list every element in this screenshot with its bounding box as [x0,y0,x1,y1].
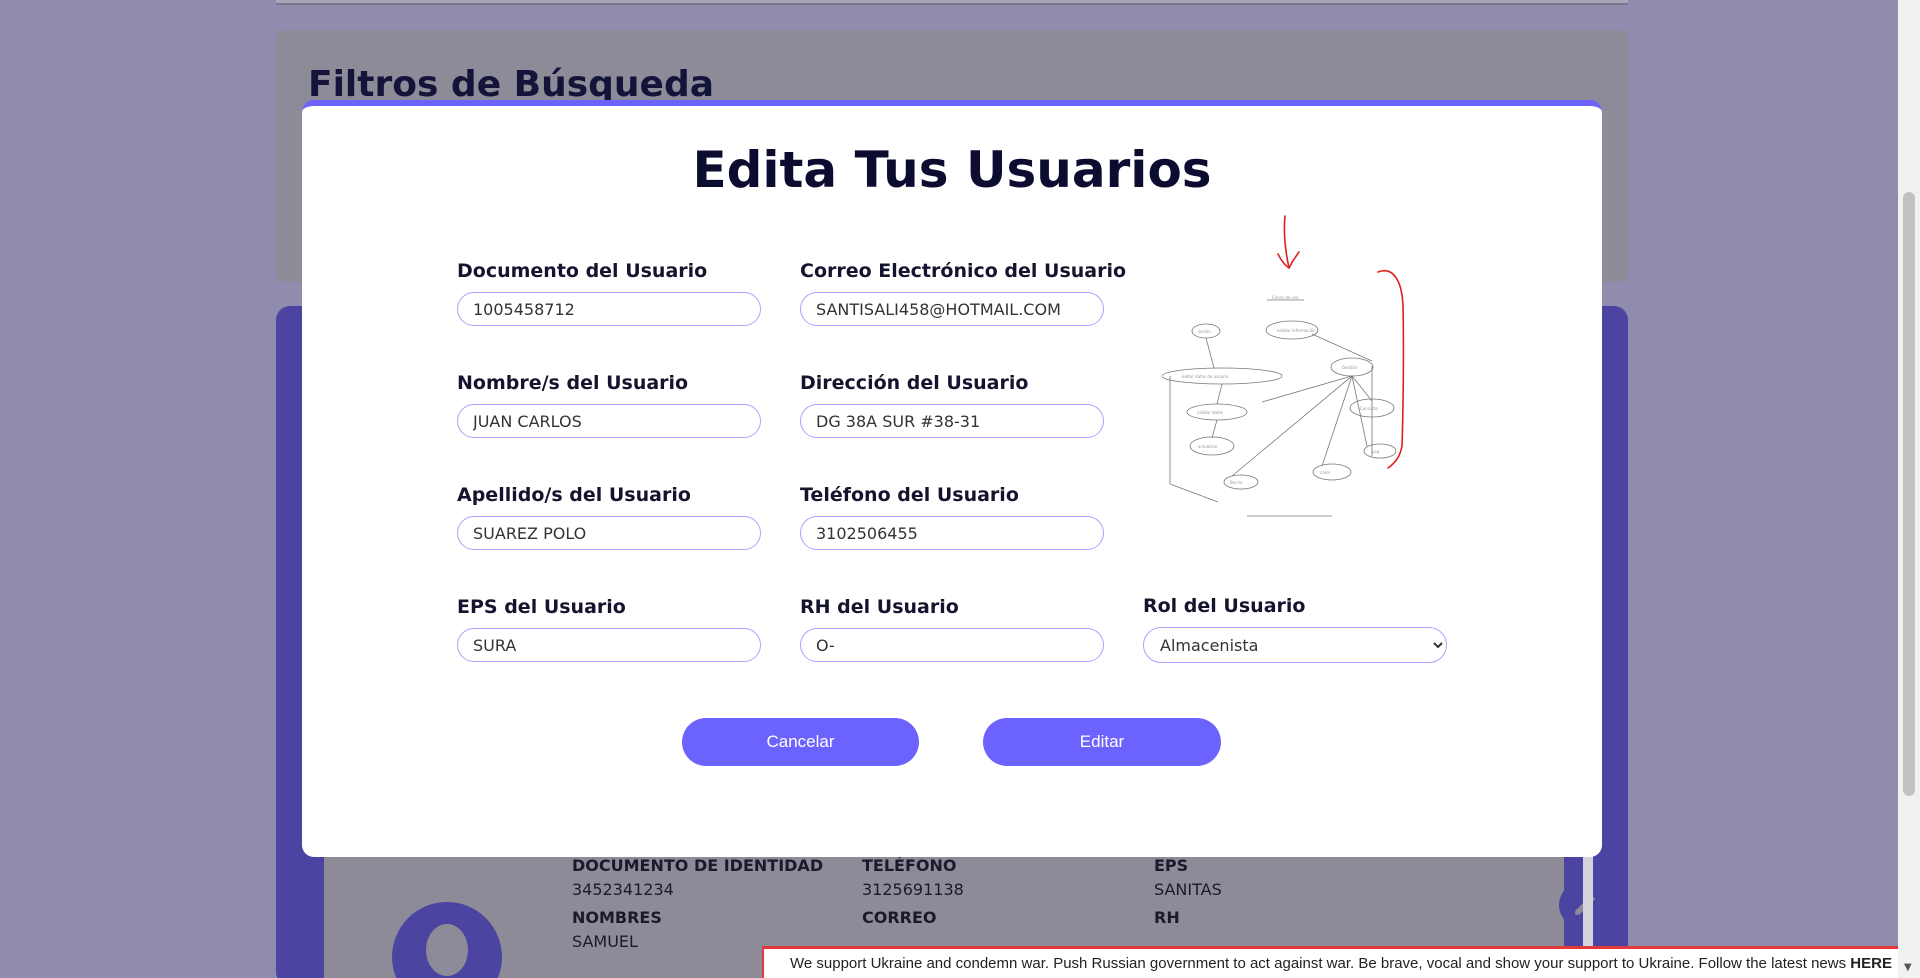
document-field: Documento del Usuario [457,260,761,326]
eps-input[interactable] [457,628,761,662]
eps-label: EPS [1154,856,1189,875]
phone-field-label: Teléfono del Usuario [800,484,1019,506]
role-select[interactable]: Almacenista [1143,627,1447,663]
document-value: 3452341234 [572,880,674,899]
svg-text:Borrar: Borrar [1230,480,1243,485]
rh-input[interactable] [800,628,1104,662]
page-scrollbar-thumb[interactable] [1903,192,1915,796]
svg-text:validar datos: validar datos [1197,410,1223,415]
document-field-label: Documento del Usuario [457,260,708,282]
address-field-label: Dirección del Usuario [800,372,1029,394]
use-case-diagram-image: Casos de uso validar información sesión … [1162,206,1452,526]
svg-text:actualizar: actualizar [1198,444,1218,449]
eps-field: EPS del Usuario [457,596,761,662]
email-input[interactable] [800,292,1104,326]
email-field: Correo Electrónico del Usuario [800,260,1127,326]
svg-text:sesión: sesión [1198,329,1211,334]
address-field: Dirección del Usuario [800,372,1104,438]
filters-title: Filtros de Búsqueda [308,64,715,105]
eps-value: SANITAS [1154,880,1222,899]
phone-field: Teléfono del Usuario [800,484,1104,550]
address-input[interactable] [800,404,1104,438]
surnames-input[interactable] [457,516,761,550]
svg-text:Consulta: Consulta [1360,406,1378,411]
banner-text: We support Ukraine and condemn war. Push… [790,955,1851,972]
eps-field-label: EPS del Usuario [457,596,626,618]
edit-button[interactable]: Editar [983,718,1221,766]
document-label: DOCUMENTO DE IDENTIDAD [572,856,824,875]
svg-text:editar datos de usuario: editar datos de usuario [1182,374,1229,379]
role-field: Rol del Usuario Almacenista [1143,595,1447,663]
phone-input[interactable] [800,516,1104,550]
names-label: NOMBRES [572,908,662,927]
rh-field-label: RH del Usuario [800,596,959,618]
email-field-label: Correo Electrónico del Usuario [800,260,1127,282]
svg-text:Gestión: Gestión [1342,365,1358,370]
email-label: CORREO [862,908,937,927]
user-avatar [392,902,502,978]
phone-value: 3125691138 [862,880,964,899]
phone-label: TELÉFONO [862,856,957,875]
rh-field: RH del Usuario [800,596,1104,662]
names-value: SAMUEL [572,932,638,951]
names-field-label: Nombre/s del Usuario [457,372,689,394]
banner-link[interactable]: HERE [1850,955,1892,972]
page-scrollbar[interactable]: ▼ [1898,0,1920,978]
ukraine-support-banner: We support Ukraine and condemn war. Push… [762,946,1898,978]
surnames-field: Apellido/s del Usuario [457,484,761,550]
names-field: Nombre/s del Usuario [457,372,761,438]
svg-text:crear: crear [1320,470,1331,475]
surnames-field-label: Apellido/s del Usuario [457,484,691,506]
modal-title: Edita Tus Usuarios [692,141,1212,199]
svg-text:Log: Log [1372,449,1380,454]
svg-text:validar información: validar información [1277,328,1316,333]
rh-label: RH [1154,908,1180,927]
avatar-head [426,924,468,976]
top-card-edge [276,0,1628,5]
svg-text:Casos de uso: Casos de uso [1272,295,1299,300]
document-input[interactable] [457,292,761,326]
role-field-label: Rol del Usuario [1143,595,1306,617]
cancel-button[interactable]: Cancelar [682,718,919,766]
scroll-down-arrow-icon[interactable]: ▼ [1904,962,1912,973]
names-input[interactable] [457,404,761,438]
edit-user-modal: Edita Tus Usuarios Documento del Usuario… [302,100,1602,857]
